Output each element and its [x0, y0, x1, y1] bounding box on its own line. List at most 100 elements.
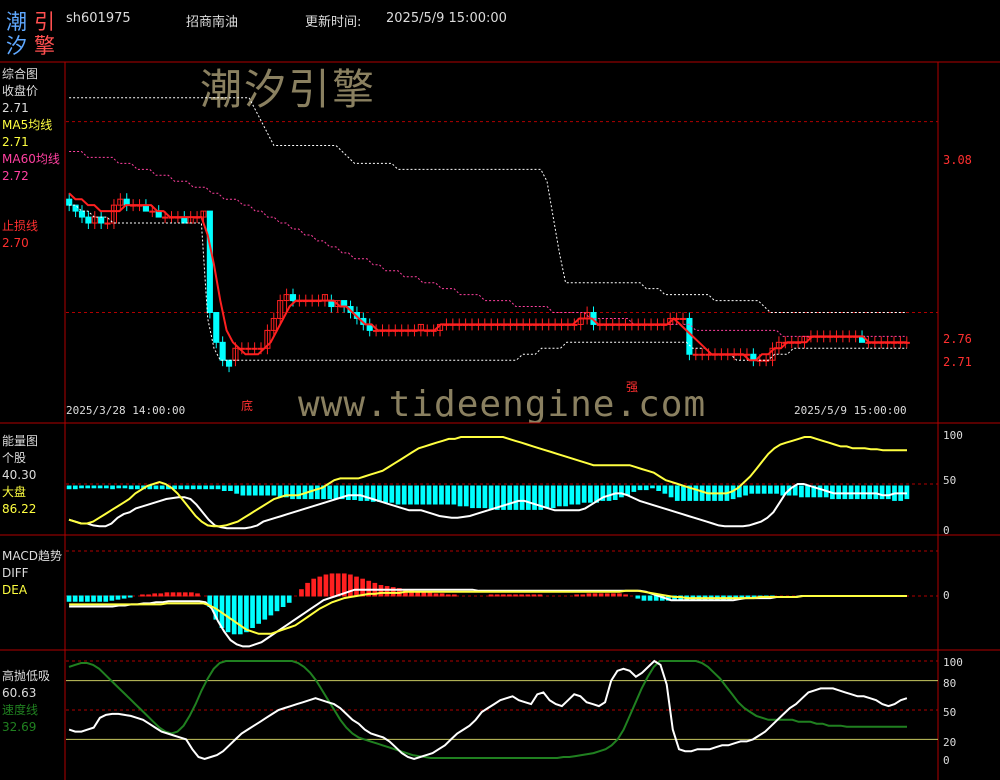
macd-bar [78, 595, 84, 602]
macd-bar [335, 573, 341, 597]
energy-bar [153, 485, 159, 490]
macd-bar [531, 594, 537, 597]
macd-bar [433, 593, 439, 597]
energy-bar [103, 485, 109, 489]
macd-bar [537, 594, 543, 597]
macd-bar [189, 592, 194, 597]
energy-bar [85, 485, 91, 489]
energy-bar [395, 485, 401, 505]
candle-body [206, 210, 213, 314]
macd-bar [378, 585, 384, 597]
energy-bar [625, 485, 630, 496]
macd-bar [445, 594, 451, 597]
macd-bar [384, 586, 390, 597]
candle-body [85, 216, 92, 224]
energy-bar [761, 485, 767, 494]
energy-bar [780, 485, 786, 496]
dea-line [69, 589, 907, 635]
energy-bar [619, 485, 624, 498]
energy-bar [463, 485, 469, 507]
macd-bar [519, 594, 524, 597]
macd-bar [360, 578, 365, 597]
energy-bar [662, 485, 668, 494]
macd-bar [66, 595, 72, 602]
energy-bar [265, 485, 271, 496]
energy-bar [352, 485, 357, 500]
energy-bar [637, 485, 643, 491]
macd-bar [500, 594, 506, 597]
macd-bar [164, 592, 170, 597]
energy-bar [221, 485, 227, 491]
energy-bar [569, 485, 575, 505]
macd-bar [152, 593, 158, 597]
energy-bar [631, 485, 637, 492]
energy-bar [488, 485, 494, 510]
energy-bar [333, 485, 339, 500]
energy-bar [178, 485, 184, 490]
candle-body [104, 222, 111, 225]
energy-bar [650, 485, 655, 489]
macd-bar [244, 595, 249, 633]
energy-bar [252, 485, 258, 496]
energy-bar [79, 485, 84, 489]
energy-bar [228, 485, 233, 491]
candle-body [679, 317, 687, 320]
energy-bar [848, 485, 854, 500]
stop-line [69, 97, 907, 313]
energy-bar [377, 485, 382, 502]
energy-bar [768, 485, 773, 494]
energy-bar [885, 485, 891, 500]
macd-bar [195, 593, 200, 597]
energy-bar [346, 485, 351, 500]
macd-bar [525, 594, 531, 597]
macd-bar [635, 595, 641, 599]
energy-bar [643, 485, 649, 491]
energy-bar [873, 485, 879, 500]
energy-bar [246, 485, 252, 496]
macd-bar [103, 595, 109, 602]
macd-bar [170, 592, 176, 597]
macd-bar [427, 592, 433, 597]
macd-bar [574, 594, 580, 597]
energy-bar [383, 485, 388, 503]
energy-bar [563, 485, 568, 507]
candle-body [225, 359, 233, 367]
energy-bar [420, 485, 426, 505]
macd-bar [299, 589, 304, 597]
candle-body [162, 216, 169, 219]
energy-bar [755, 485, 761, 494]
energy-bar [215, 485, 221, 490]
energy-bar [513, 485, 519, 510]
macd-bar [641, 595, 647, 601]
energy-bar [674, 485, 680, 501]
macd-bar [617, 593, 622, 597]
energy-bar [445, 485, 451, 505]
macd-bar [580, 594, 586, 597]
energy-bar [861, 485, 866, 500]
candle-body [251, 347, 258, 350]
energy-bar [271, 485, 277, 496]
energy-bar [451, 485, 457, 505]
energy-bar [854, 485, 860, 500]
macd-bar [323, 574, 329, 597]
macd-bar [72, 595, 78, 602]
macd-bar [348, 574, 353, 597]
energy-bar [432, 485, 438, 505]
macd-bar [121, 595, 127, 599]
energy-bar [656, 485, 662, 491]
energy-bar [358, 485, 364, 501]
macd-bar [354, 576, 359, 597]
macd-bar [158, 593, 164, 597]
candle-body [692, 353, 699, 356]
energy-bar [668, 485, 674, 498]
macd-bar [237, 595, 243, 635]
energy-bar [240, 485, 246, 496]
energy-bar [525, 485, 531, 510]
macd-bar [604, 593, 610, 597]
macd-bar [647, 595, 653, 601]
energy-bar [389, 485, 395, 503]
macd-bar [280, 595, 286, 607]
candle-body [66, 198, 73, 206]
energy-bar [408, 485, 413, 505]
energy-bar [544, 485, 550, 509]
